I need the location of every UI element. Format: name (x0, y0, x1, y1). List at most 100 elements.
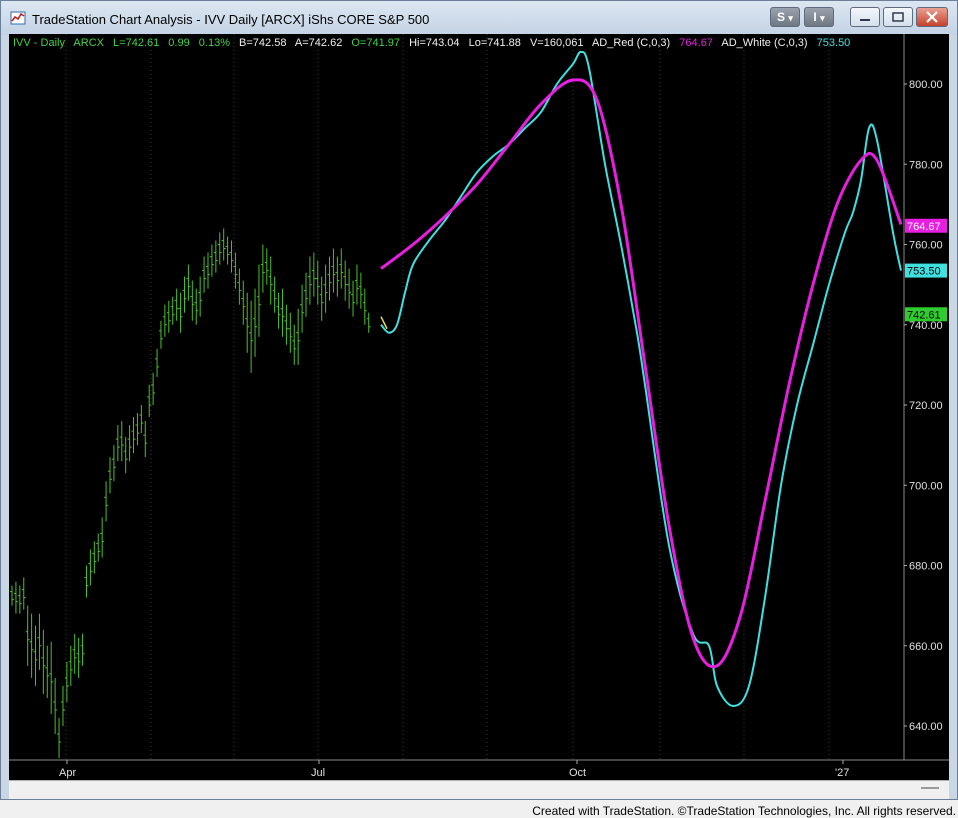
price-bar (96, 533, 101, 562)
footer-copyright: Created with TradeStation. ©TradeStation… (532, 804, 956, 818)
ad-red-value-label: 764.67 (907, 221, 941, 233)
price-bar (13, 581, 18, 614)
price-bar (131, 417, 136, 454)
price-tick-label: 740.00 (909, 320, 943, 332)
price-bar (319, 276, 324, 321)
price-tick-label: 800.00 (909, 79, 943, 91)
maximize-button[interactable] (883, 7, 913, 27)
horizontal-scrollbar[interactable] (9, 780, 949, 799)
price-bar (354, 264, 359, 305)
price-bar (147, 384, 152, 418)
scroll-handle-icon[interactable] (921, 787, 939, 789)
time-tick-label: Oct (569, 767, 586, 779)
status-ind2-name: AD_White (C,0,3) (721, 37, 807, 49)
price-bar (41, 629, 46, 694)
price-bar (84, 565, 89, 598)
status-symbol: IVV - Daily (13, 37, 65, 49)
price-bar (327, 256, 332, 301)
status-ask: A=742.62 (295, 37, 342, 49)
price-bar (186, 264, 191, 301)
price-bar (268, 256, 273, 305)
price-bar (49, 641, 54, 714)
price-bar (198, 276, 203, 317)
price-tick-label: 680.00 (909, 561, 943, 573)
price-chart[interactable]: 800.00 780.00 760.00 740.00 720.00 700.0… (9, 34, 949, 780)
price-bar (72, 633, 77, 674)
close-icon (926, 11, 938, 23)
price-bar (253, 288, 258, 357)
status-volume: V=160,061 (530, 37, 584, 49)
price-bar (307, 256, 312, 305)
price-bar (33, 625, 38, 686)
footer-text: Created with TradeStation. ©TradeStation… (532, 804, 956, 818)
price-bar (178, 292, 183, 333)
price-bar (37, 613, 42, 670)
price-bar (135, 413, 140, 446)
status-high: Hi=743.04 (409, 37, 459, 49)
price-bar (209, 244, 214, 277)
status-exchange: ARCX (73, 37, 104, 49)
status-open: O=741.97 (351, 37, 400, 49)
status-change-pct: 0.13% (199, 37, 230, 49)
chart-area[interactable]: 800.00 780.00 760.00 740.00 720.00 700.0… (9, 34, 949, 780)
ad-white-line (380, 50, 902, 707)
price-bar (300, 284, 305, 333)
price-bar (45, 645, 50, 698)
price-bar (108, 457, 112, 494)
time-tick-label: Jul (311, 767, 325, 779)
symbol-link-s-button[interactable]: S ▾ (770, 7, 800, 27)
close-button[interactable] (916, 7, 948, 27)
price-bar (315, 260, 320, 305)
price-bar (323, 264, 328, 313)
price-bar (237, 268, 242, 305)
chart-window: TradeStation Chart Analysis - IVV Daily … (0, 0, 958, 800)
time-tick-label: '27 (835, 767, 849, 779)
price-bar (115, 425, 120, 462)
interval-link-i-button[interactable]: I ▾ (804, 7, 834, 27)
price-bar (260, 244, 265, 293)
s-button-label: S (777, 10, 786, 24)
price-bar (292, 324, 297, 365)
price-bar (280, 288, 285, 337)
price-bar (143, 421, 148, 458)
status-last: L=742.61 (113, 37, 159, 49)
price-bar (347, 268, 352, 309)
price-tick-label: 760.00 (909, 240, 943, 252)
price-bar (213, 240, 218, 273)
price-bar (100, 517, 105, 558)
ad-white-value-label: 753.50 (907, 266, 941, 278)
price-bar (104, 481, 109, 522)
price-bar (57, 717, 62, 759)
price-bar (92, 541, 97, 574)
price-bar (331, 248, 336, 293)
price-bar (127, 425, 132, 462)
status-change: 0.99 (168, 37, 189, 49)
price-bar (29, 613, 34, 678)
price-bar (272, 276, 277, 313)
price-bar (339, 248, 344, 289)
price-bar (366, 312, 371, 333)
status-ind1-value: 764.67 (679, 37, 713, 49)
grid-lines (65, 34, 830, 760)
price-bar (276, 292, 281, 329)
time-axis: Apr Jul Oct '27 (59, 760, 849, 779)
price-bar (123, 437, 128, 474)
price-bar (296, 308, 301, 365)
price-bar (21, 577, 26, 610)
minimize-button[interactable] (850, 7, 880, 27)
price-bar (217, 232, 222, 265)
price-bar (358, 272, 363, 309)
price-badges: 764.67 753.50 742.61 (905, 218, 947, 322)
status-line: IVV - Daily ARCX L=742.61 0.99 0.13% B=7… (13, 37, 850, 49)
last-price-label: 742.61 (907, 309, 941, 321)
price-bar (151, 372, 156, 405)
price-bar (190, 280, 195, 321)
price-axis: 800.00 780.00 760.00 740.00 720.00 700.0… (904, 79, 943, 733)
price-bar (119, 421, 124, 462)
price-bar (351, 280, 356, 317)
title-bar[interactable]: TradeStation Chart Analysis - IVV Daily … (1, 1, 957, 35)
window-title: TradeStation Chart Analysis - IVV Daily … (32, 12, 430, 27)
price-bar (139, 405, 144, 434)
price-bar (335, 256, 340, 297)
price-bar (343, 260, 348, 301)
